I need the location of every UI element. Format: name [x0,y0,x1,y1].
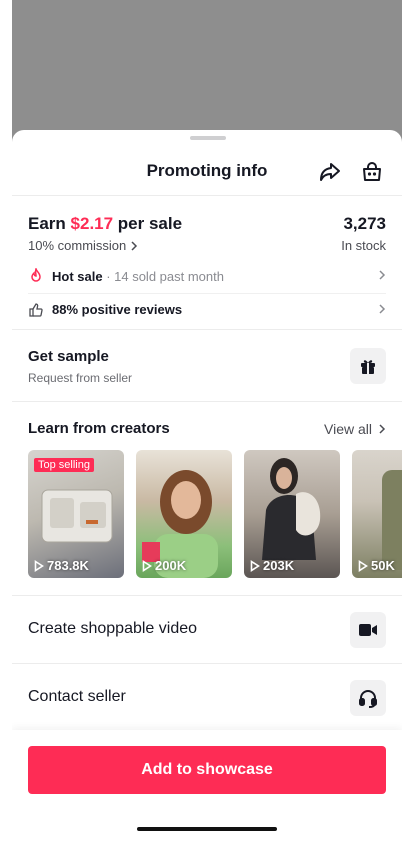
home-indicator[interactable] [137,827,277,831]
earn-amount: $2.17 [70,214,114,233]
bottom-action-bar: Add to showcase [12,730,402,840]
view-all-link[interactable]: View all [324,421,386,437]
play-icon [358,559,368,572]
play-icon [34,559,44,572]
hot-sale-row[interactable]: Hot sale · 14 sold past month [28,260,386,292]
top-selling-badge: Top selling [34,458,94,472]
headset-icon [359,690,377,708]
view-all-label: View all [324,421,372,437]
creators-title: Learn from creators [28,420,170,437]
chevron-right-icon [131,240,138,251]
video-views: 50K [358,558,395,573]
commission-label: 10% commission [28,238,127,253]
earn-per-sale: Earn $2.17 per sale [28,214,183,233]
hot-sale-label: Hot sale [52,268,103,284]
get-sample-title: Get sample [28,348,109,365]
thumbs-up-icon [29,302,43,317]
video-views: 783.8K [34,558,89,573]
video-camera-icon [359,624,377,636]
creator-videos-carousel[interactable]: Top selling 783.8K 200K 203K 50K [28,450,402,580]
add-to-showcase-button[interactable]: Add to showcase [28,746,386,794]
video-views: 200K [142,558,186,573]
reviews-row[interactable]: 88% positive reviews [28,293,386,325]
gift-icon [361,360,375,374]
hot-sale-detail: · 14 sold past month [102,268,224,284]
stock-count: 3,273 [343,214,386,233]
contact-seller-button[interactable] [350,680,386,716]
get-sample-subtitle: Request from seller [28,371,133,385]
play-icon [250,559,260,572]
chevron-right-icon [379,424,386,434]
creator-video-thumb[interactable]: Top selling 783.8K [28,450,124,578]
sheet-header: Promoting info [12,150,402,196]
divider [12,401,402,402]
contact-seller-label: Contact seller [28,688,126,705]
divider [12,329,402,330]
create-video-button[interactable] [350,612,386,648]
sheet-grabber[interactable] [190,136,226,140]
stock-label: In stock [341,238,386,253]
video-views: 203K [250,558,294,573]
divider [12,595,402,596]
chevron-right-icon [379,304,386,314]
play-icon [142,559,152,572]
commission-link[interactable]: 10% commission [28,238,138,253]
flame-icon [31,268,41,282]
chevron-right-icon [379,270,386,280]
divider [12,663,402,664]
backdrop-overlay[interactable] [12,0,402,150]
shopping-bag-icon[interactable] [358,158,386,186]
create-video-label: Create shoppable video [28,620,198,637]
reviews-label: 88% positive reviews [52,302,183,317]
creator-video-thumb[interactable]: 50K [352,450,402,578]
creator-video-thumb[interactable]: 200K [136,450,232,578]
creator-video-thumb[interactable]: 203K [244,450,340,578]
get-sample-button[interactable] [350,348,386,384]
promoting-info-sheet: Promoting info Earn $2.17 per sale 10% c… [12,130,402,840]
share-icon[interactable] [316,158,344,186]
